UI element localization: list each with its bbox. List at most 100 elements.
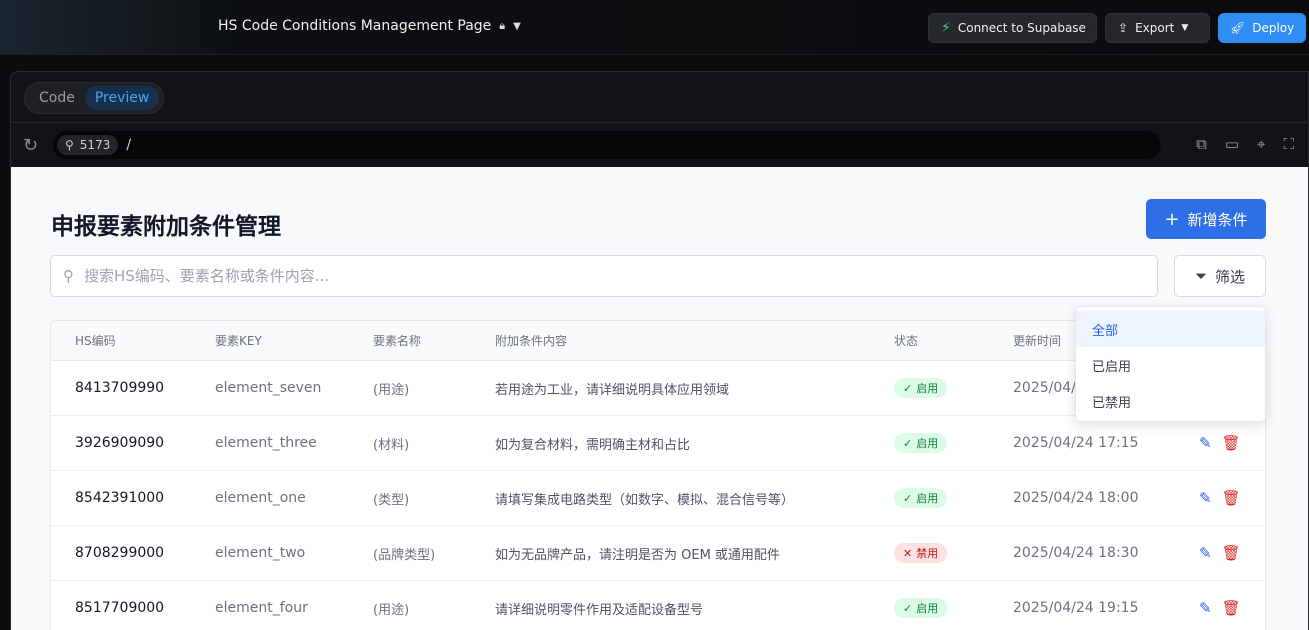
check-circle-icon: ✓ [903,381,913,395]
preview-tools: ⧉ ▭ ⌖ ⛶ [1196,135,1294,153]
header-element-key: 要素KEY [215,334,262,348]
export-label: Export [1135,21,1175,35]
filter-option-all[interactable]: 全部 [1076,311,1265,347]
element-name-cell: (用途) [373,602,410,618]
status-label: 禁用 [916,547,939,560]
condition-cell: 如为复合材料，需明确主材和占比 [495,437,691,453]
status-label: 启用 [916,602,939,615]
hs-code-cell: 8708299000 [75,545,165,561]
rocket-icon: 🚀︎ [1230,21,1246,35]
edit-icon[interactable]: ✎ [1199,434,1212,452]
edit-icon[interactable]: ✎ [1199,599,1212,617]
add-condition-label: 新增条件 [1187,210,1248,229]
share-icon: ⇪ [1118,21,1129,35]
add-condition-button[interactable]: + 新增条件 [1146,199,1266,239]
status-label: 启用 [916,492,939,505]
inspect-cursor-icon[interactable]: ⌖ [1257,135,1265,153]
search-box: ⚲ [50,255,1158,297]
condition-cell: 请填写集成电路类型（如数字、模拟、混合信号等） [495,492,795,508]
updated-time-cell: 2025/04/24 19:15 [1013,600,1139,616]
project-title[interactable]: HS Code Conditions Management Page 🔒︎ ▼ [218,18,521,34]
port-label: 5173 [79,138,111,152]
filter-option-disabled[interactable]: 已禁用 [1076,383,1265,419]
delete-icon[interactable]: 🗑︎ [1222,489,1241,507]
filter-label: 筛选 [1215,267,1246,286]
element-name-cell: (用途) [373,382,410,398]
edit-icon[interactable]: ✎ [1199,489,1212,507]
open-external-icon[interactable]: ⧉ [1196,135,1207,153]
preview-frame: Code Preview ↻ ⚲ 5173 / ⧉ ▭ ⌖ ⛶ 申报要素附加条件… [10,71,1309,630]
updated-time-cell: 2025/04/24 18:30 [1013,545,1139,561]
header-updated-time: 更新时间 [1013,334,1062,348]
url-path[interactable]: / [126,137,131,153]
table-row: 3926909090 element_three (材料) 如为复合材料，需明确… [51,416,1265,471]
status-cell: ✓ 启用 [894,361,948,415]
table-row: 8542391000 element_one (类型) 请填写集成电路类型（如数… [51,471,1265,526]
check-circle-icon: ✓ [903,491,913,505]
hs-code-cell: 8517709000 [75,600,165,616]
table-row: 8517709000 element_four (用途) 请详细说明零件作用及适… [51,581,1265,630]
edit-icon[interactable]: ✎ [1199,544,1212,562]
row-actions: ✎ 🗑︎ [1199,471,1241,525]
status-badge: ✓ 启用 [894,378,948,398]
page-title: 申报要素附加条件管理 [51,214,281,240]
status-cell: ✓ 启用 [894,471,948,525]
header-element-name: 要素名称 [373,334,422,348]
deploy-button[interactable]: 🚀︎ Deploy [1218,13,1306,43]
element-name-cell: (品牌类型) [373,547,436,563]
header-hs-code: HS编码 [75,334,116,348]
fullscreen-icon[interactable]: ⛶ [1283,135,1294,153]
status-badge: ✓ 启用 [894,433,948,453]
connect-supabase-label: Connect to Supabase [957,21,1086,35]
app-preview: 申报要素附加条件管理 + 新增条件 ⚲ ⏷ 筛选 HS编码 要素KEY 要素名称… [11,167,1308,630]
top-bar: HS Code Conditions Management Page 🔒︎ ▼ … [0,0,1309,55]
plus-icon: + [1164,208,1180,230]
updated-time-cell: 2025/04/24 17:15 [1013,435,1139,451]
row-actions: ✎ 🗑︎ [1199,581,1241,630]
search-icon: ⚲ [63,267,74,285]
reload-icon[interactable]: ↻ [23,135,38,156]
status-cell: ✕ 禁用 [894,526,948,580]
header-condition: 附加条件内容 [495,334,568,348]
status-badge: ✓ 启用 [894,488,948,508]
export-button[interactable]: ⇪ Export ▼ [1105,13,1210,43]
url-row: ↻ ⚲ 5173 / ⧉ ▭ ⌖ ⛶ [11,122,1308,167]
hs-code-cell: 8413709990 [75,380,165,396]
view-tabs: Code Preview [24,82,164,114]
chevron-down-icon: ▼ [513,20,521,32]
search-input[interactable] [84,267,1084,285]
condition-cell: 若用途为工业，请详细说明具体应用领域 [495,382,730,398]
delete-icon[interactable]: 🗑︎ [1222,544,1241,562]
row-actions: ✎ 🗑︎ [1199,526,1241,580]
condition-cell: 请详细说明零件作用及适配设备型号 [495,602,704,618]
tab-code[interactable]: Code [29,86,85,110]
status-cell: ✓ 启用 [894,581,948,630]
supabase-icon: ⚡︎ [941,20,951,36]
status-badge: ✕ 禁用 [894,543,948,563]
port-selector[interactable]: ⚲ 5173 [57,135,119,155]
device-icon[interactable]: ▭ [1225,135,1239,153]
delete-icon[interactable]: 🗑︎ [1222,599,1241,617]
check-circle-icon: ✓ [903,436,913,450]
status-cell: ✓ 启用 [894,416,948,470]
delete-icon[interactable]: 🗑︎ [1222,434,1241,452]
lock-icon: 🔒︎ [499,19,506,32]
element-key-cell: element_two [215,545,306,561]
hs-code-cell: 3926909090 [75,435,165,451]
plug-icon: ⚲ [65,138,74,152]
connect-supabase-button[interactable]: ⚡︎ Connect to Supabase [928,13,1097,43]
x-circle-icon: ✕ [903,546,913,560]
filter-option-enabled[interactable]: 已启用 [1076,347,1265,383]
element-name-cell: (材料) [373,437,410,453]
status-badge: ✓ 启用 [894,598,948,618]
deploy-label: Deploy [1252,21,1295,35]
tab-preview[interactable]: Preview [84,86,160,110]
address-bar[interactable]: ⚲ 5173 / [53,131,1161,159]
element-key-cell: element_four [215,600,308,616]
element-key-cell: element_one [215,490,306,506]
row-actions: ✎ 🗑︎ [1199,416,1241,470]
status-label: 启用 [916,437,939,450]
hs-code-cell: 8542391000 [75,490,165,506]
filter-button[interactable]: ⏷ 筛选 [1174,255,1266,297]
chevron-down-icon: ▼ [1181,23,1189,33]
